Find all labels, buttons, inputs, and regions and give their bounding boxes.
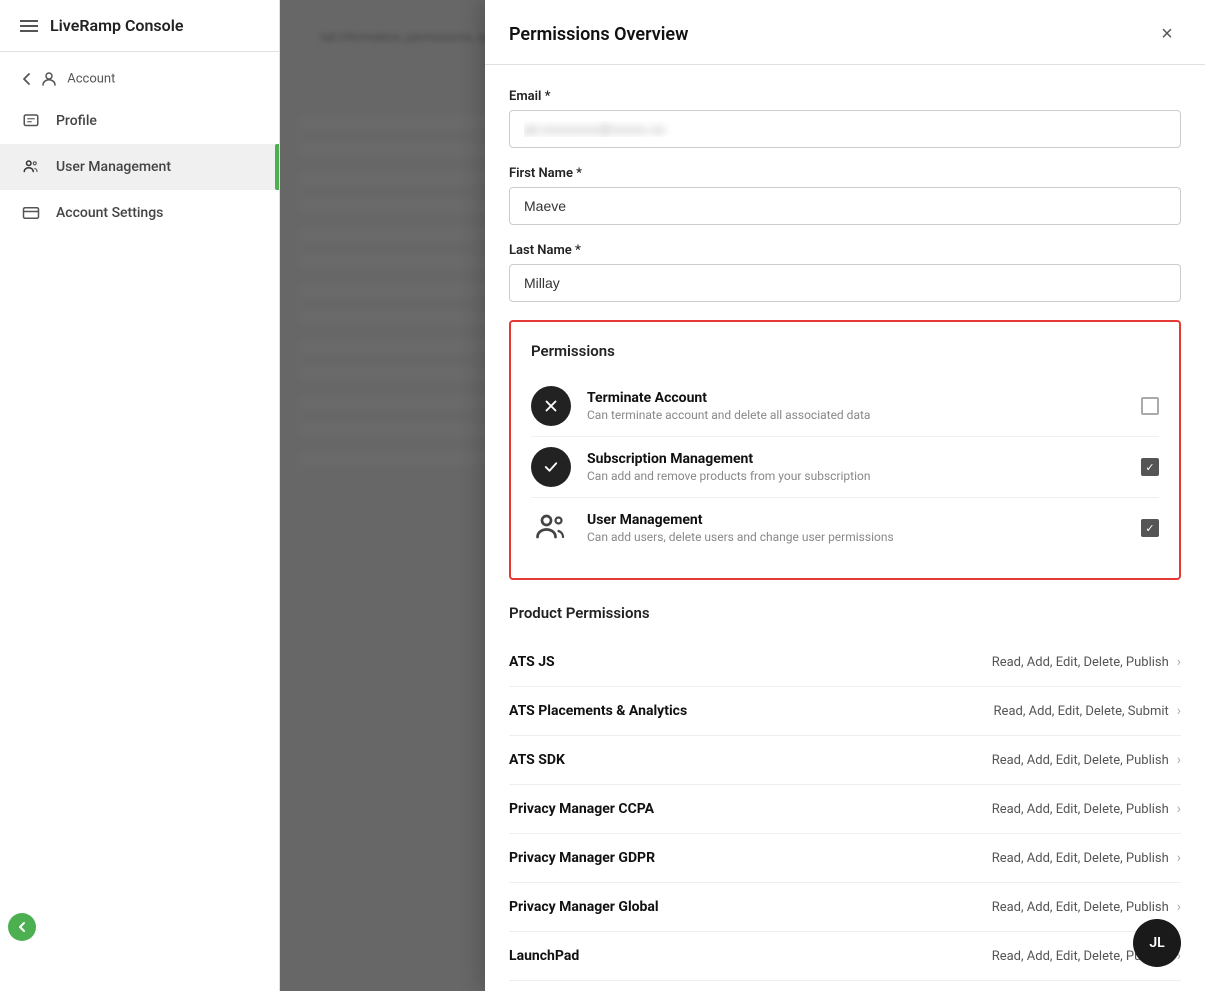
product-item-privacy-ccpa[interactable]: Privacy Manager CCPA Read, Add, Edit, De… — [509, 785, 1181, 834]
lastname-field-group: Last Name * — [509, 243, 1181, 302]
product-item-privacy-global[interactable]: Privacy Manager Global Read, Add, Edit, … — [509, 883, 1181, 932]
terminate-account-desc: Can terminate account and delete all ass… — [587, 408, 1125, 422]
main-content-area: nal information, permissions, sub... Per… — [280, 0, 1205, 991]
privacy-ccpa-perms: Read, Add, Edit, Delete, Publish › — [992, 801, 1181, 817]
subscription-checkbox[interactable] — [1141, 458, 1159, 476]
privacy-gdpr-name: Privacy Manager GDPR — [509, 850, 655, 866]
user-mgmt-desc: Can add users, delete users and change u… — [587, 530, 1125, 544]
subscription-name: Subscription Management — [587, 451, 1125, 467]
sidebar-back-account[interactable]: Account — [0, 60, 279, 98]
user-mgmt-info: User Management Can add users, delete us… — [587, 512, 1125, 544]
close-button[interactable]: × — [1153, 20, 1181, 48]
terminate-account-name: Terminate Account — [587, 390, 1125, 406]
modal-overlay: Permissions Overview × Email * First Nam… — [280, 0, 1205, 991]
ats-placements-chevron-icon: › — [1177, 703, 1181, 719]
user-management-icon — [20, 156, 42, 178]
ats-placements-name: ATS Placements & Analytics — [509, 703, 687, 719]
user-mgmt-perm-icon — [531, 508, 571, 548]
privacy-ccpa-name: Privacy Manager CCPA — [509, 801, 654, 817]
permissions-modal: Permissions Overview × Email * First Nam… — [485, 0, 1205, 991]
terminate-account-checkbox[interactable] — [1141, 397, 1159, 415]
sidebar-collapse-btn[interactable] — [0, 903, 36, 951]
account-icon — [40, 70, 58, 88]
hamburger-icon[interactable] — [20, 20, 38, 32]
permission-item-subscription: Subscription Management Can add and remo… — [531, 437, 1159, 498]
app-title: LiveRamp Console — [50, 16, 183, 35]
product-permissions-section: Product Permissions ATS JS Read, Add, Ed… — [509, 604, 1181, 991]
privacy-ccpa-chevron-icon: › — [1177, 801, 1181, 817]
email-label: Email * — [509, 89, 1181, 104]
permissions-section-title: Permissions — [531, 342, 1159, 360]
product-item-preferencelink[interactable]: PreferenceLink Enterprise Read, Add, Edi… — [509, 981, 1181, 991]
privacy-gdpr-perms-text: Read, Add, Edit, Delete, Publish — [992, 851, 1169, 866]
sidebar-item-label-profile: Profile — [56, 113, 97, 129]
privacy-global-perms-text: Read, Add, Edit, Delete, Publish — [992, 900, 1169, 915]
product-permissions-title: Product Permissions — [509, 604, 1181, 622]
firstname-field-group: First Name * — [509, 166, 1181, 225]
ats-js-perms: Read, Add, Edit, Delete, Publish › — [992, 654, 1181, 670]
sidebar-item-label-user-management: User Management — [56, 159, 171, 175]
modal-header: Permissions Overview × — [485, 0, 1205, 65]
profile-icon — [20, 110, 42, 132]
terminate-account-icon — [531, 386, 571, 426]
subscription-management-icon — [531, 447, 571, 487]
sidebar: LiveRamp Console Account Profile User Ma… — [0, 0, 280, 991]
product-item-launchpad[interactable]: LaunchPad Read, Add, Edit, Delete, Publi… — [509, 932, 1181, 981]
user-avatar-button[interactable]: JL — [1133, 919, 1181, 967]
terminate-account-info: Terminate Account Can terminate account … — [587, 390, 1125, 422]
lastname-label: Last Name * — [509, 243, 1181, 258]
email-field-group: Email * — [509, 89, 1181, 148]
sidebar-item-profile[interactable]: Profile — [0, 98, 279, 144]
ats-js-name: ATS JS — [509, 654, 555, 670]
collapse-icon — [16, 921, 28, 933]
sidebar-nav: Account Profile User Management Account … — [0, 52, 279, 244]
permission-item-user-mgmt: User Management Can add users, delete us… — [531, 498, 1159, 558]
permission-item-terminate-account: Terminate Account Can terminate account … — [531, 376, 1159, 437]
user-avatar-initials: JL — [1149, 935, 1164, 951]
subscription-desc: Can add and remove products from your su… — [587, 469, 1125, 483]
privacy-gdpr-perms: Read, Add, Edit, Delete, Publish › — [992, 850, 1181, 866]
email-input[interactable] — [509, 110, 1181, 148]
checkmark-icon — [542, 458, 560, 476]
sidebar-item-account-settings[interactable]: Account Settings — [0, 190, 279, 236]
ats-sdk-perms-text: Read, Add, Edit, Delete, Publish — [992, 753, 1169, 768]
privacy-global-name: Privacy Manager Global — [509, 899, 659, 915]
privacy-ccpa-perms-text: Read, Add, Edit, Delete, Publish — [992, 802, 1169, 817]
subscription-info: Subscription Management Can add and remo… — [587, 451, 1125, 483]
firstname-input[interactable] — [509, 187, 1181, 225]
ats-sdk-perms: Read, Add, Edit, Delete, Publish › — [992, 752, 1181, 768]
sidebar-header: LiveRamp Console — [0, 0, 279, 52]
product-item-privacy-gdpr[interactable]: Privacy Manager GDPR Read, Add, Edit, De… — [509, 834, 1181, 883]
modal-body: Email * First Name * Last Name * Permiss… — [485, 65, 1205, 991]
product-item-ats-js[interactable]: ATS JS Read, Add, Edit, Delete, Publish … — [509, 638, 1181, 687]
ats-placements-perms: Read, Add, Edit, Delete, Submit › — [994, 703, 1181, 719]
ats-js-perms-text: Read, Add, Edit, Delete, Publish — [992, 655, 1169, 670]
product-item-ats-sdk[interactable]: ATS SDK Read, Add, Edit, Delete, Publish… — [509, 736, 1181, 785]
privacy-global-chevron-icon: › — [1177, 899, 1181, 915]
ats-js-chevron-icon: › — [1177, 654, 1181, 670]
modal-title: Permissions Overview — [509, 24, 688, 45]
ats-sdk-chevron-icon: › — [1177, 752, 1181, 768]
privacy-global-perms: Read, Add, Edit, Delete, Publish › — [992, 899, 1181, 915]
sidebar-item-label-account-settings: Account Settings — [56, 205, 163, 221]
user-mgmt-checkbox[interactable] — [1141, 519, 1159, 537]
permissions-section: Permissions Terminate Account Can termin… — [509, 320, 1181, 580]
ats-placements-perms-text: Read, Add, Edit, Delete, Submit — [994, 704, 1169, 719]
ats-sdk-name: ATS SDK — [509, 752, 565, 768]
x-icon — [542, 397, 560, 415]
users-icon — [533, 510, 569, 546]
product-item-ats-placements[interactable]: ATS Placements & Analytics Read, Add, Ed… — [509, 687, 1181, 736]
privacy-gdpr-chevron-icon: › — [1177, 850, 1181, 866]
sidebar-item-user-management[interactable]: User Management — [0, 144, 279, 190]
lastname-input[interactable] — [509, 264, 1181, 302]
user-mgmt-perm-name: User Management — [587, 512, 1125, 528]
sidebar-back-label: Account — [40, 70, 115, 88]
account-settings-icon — [20, 202, 42, 224]
launchpad-name: LaunchPad — [509, 948, 579, 964]
firstname-label: First Name * — [509, 166, 1181, 181]
back-arrow-icon — [20, 72, 34, 86]
